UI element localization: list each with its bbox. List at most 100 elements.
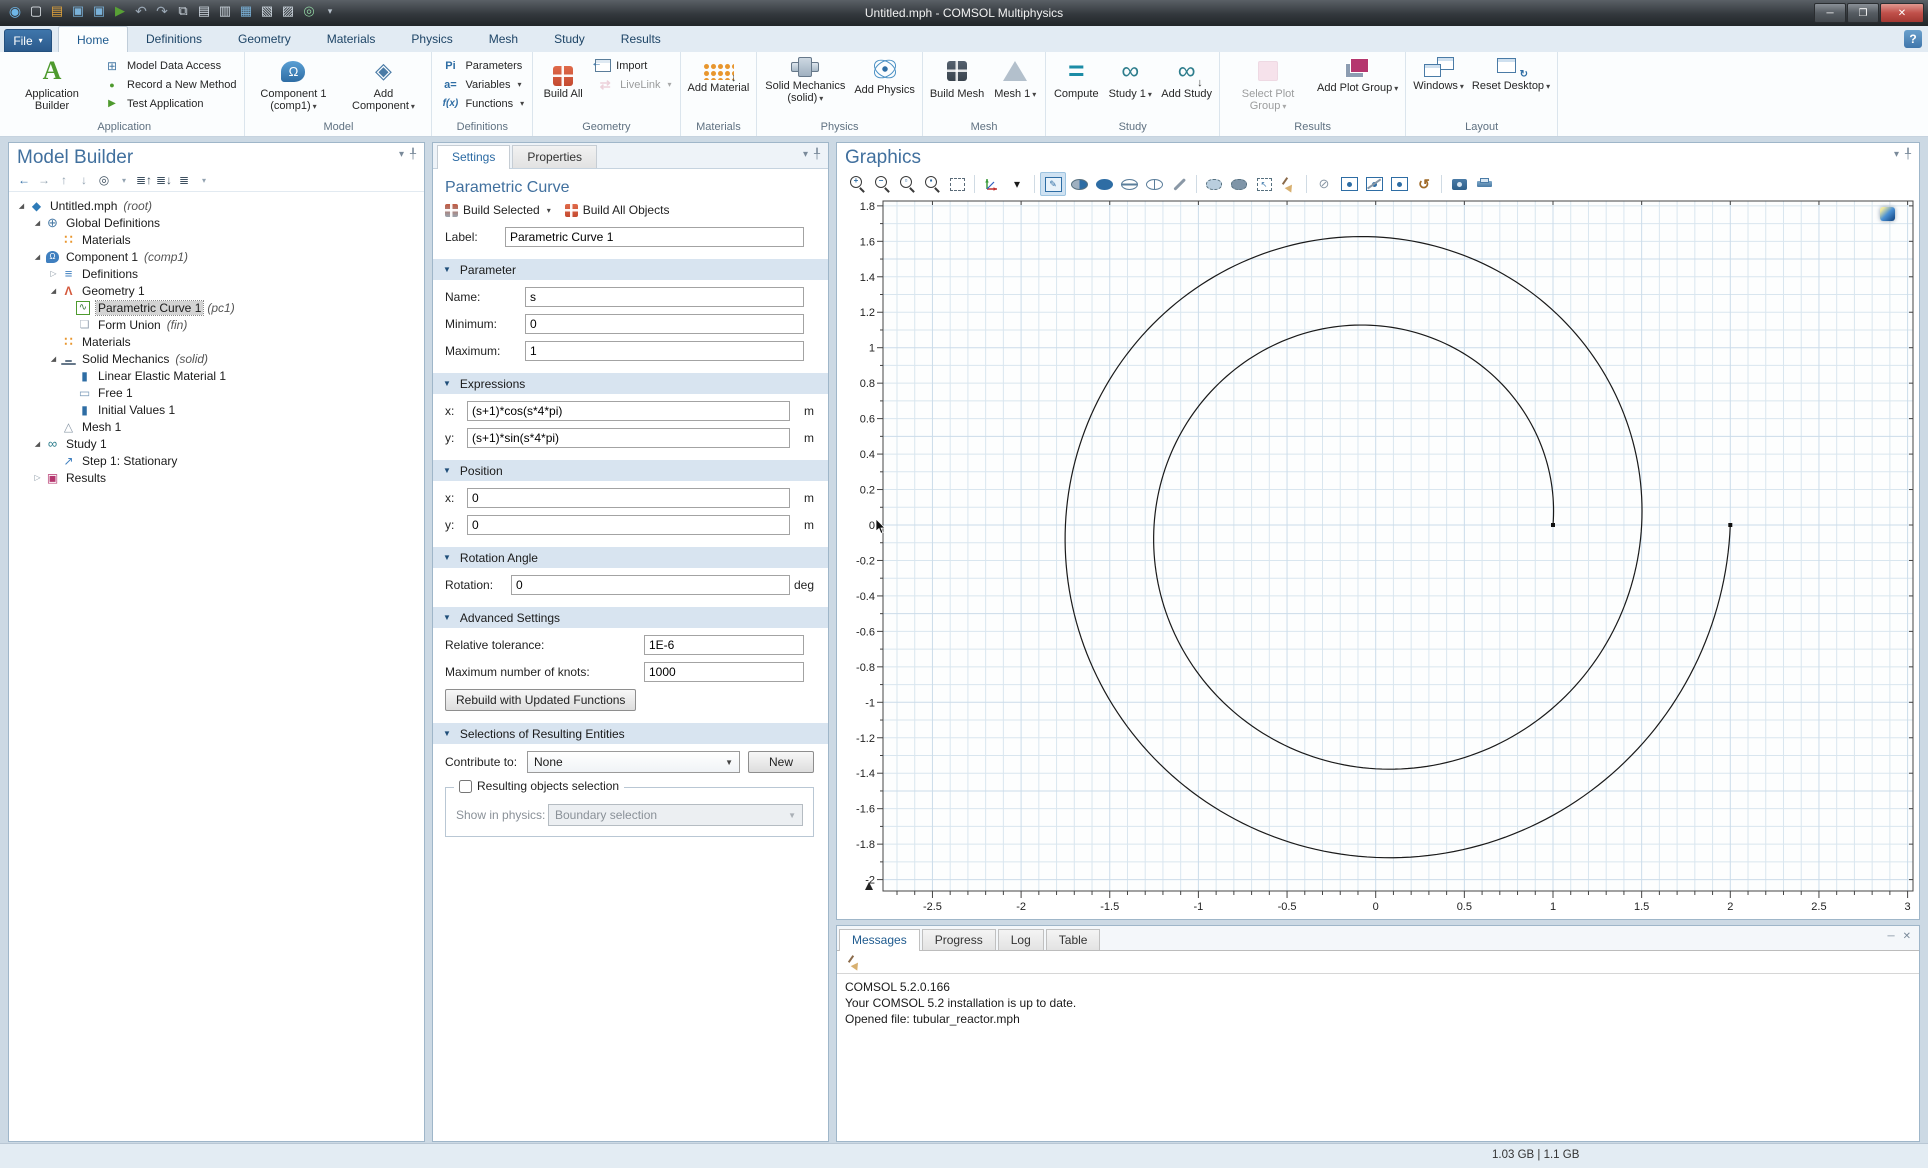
remove-from-selection-icon[interactable] [1227, 173, 1251, 195]
graphics-canvas[interactable]: -2.5-2-1.5-1-0.500.511.522.531.81.61.41.… [839, 193, 1917, 917]
pin-icon[interactable]: ╀ [410, 149, 416, 160]
position-y-input[interactable] [467, 515, 790, 535]
expand-all-icon[interactable]: ≣↓ [155, 172, 173, 188]
collapse-all-icon[interactable]: ≣↑ [135, 172, 153, 188]
rebuild-with-updated-functions-button[interactable]: Rebuild with Updated Functions [445, 689, 636, 711]
tab-messages[interactable]: Messages [839, 929, 920, 951]
print-icon[interactable] [1472, 173, 1496, 195]
section-header-rotation-angle[interactable]: ▼Rotation Angle [433, 547, 828, 568]
tab-definitions[interactable]: Definitions [128, 26, 220, 52]
view-caret-icon[interactable]: ▾ [1005, 173, 1029, 195]
file-menu-button[interactable]: File▾ [4, 29, 52, 52]
add-component-button[interactable]: Add Component▾ [339, 54, 427, 115]
parameter-name-input[interactable] [525, 287, 804, 307]
tree-item-form-union[interactable]: Form Union (fin) [9, 316, 424, 333]
functions-button[interactable]: Functions▾ [436, 94, 528, 113]
tab-progress[interactable]: Progress [922, 929, 996, 950]
tab-properties[interactable]: Properties [512, 145, 597, 168]
tree-item-materials[interactable]: Materials [9, 231, 424, 248]
tab-settings[interactable]: Settings [437, 145, 510, 169]
open-file-icon[interactable]: ▤ [48, 2, 66, 20]
tab-log[interactable]: Log [998, 929, 1044, 950]
undo-icon[interactable]: ↶ [132, 2, 150, 20]
tree-item-materials[interactable]: Materials [9, 333, 424, 350]
tree-item-initial-values-1[interactable]: Initial Values 1 [9, 401, 424, 418]
section-header-parameter[interactable]: ▼Parameter [433, 259, 828, 280]
clear-brush-icon[interactable]: ▨ [279, 2, 297, 20]
move-up-icon[interactable]: ↑ [55, 172, 73, 188]
tree-item-global-definitions[interactable]: ◢Global Definitions [9, 214, 424, 231]
copy-icon[interactable]: ⧉ [174, 2, 192, 20]
tab-materials[interactable]: Materials [309, 26, 394, 52]
section-header-advanced-settings[interactable]: ▼Advanced Settings [433, 607, 828, 628]
advanced-settings-maximum-number-of-knots-input[interactable] [644, 662, 804, 682]
compute-button[interactable]: Compute [1050, 54, 1102, 102]
tree-item-mesh-1[interactable]: Mesh 1 [9, 418, 424, 435]
tree-item-untitled-mph[interactable]: ◢Untitled.mph (root) [9, 197, 424, 214]
select-domains-icon[interactable] [1067, 173, 1091, 195]
save-as-icon[interactable]: ▣ [90, 2, 108, 20]
add-material-button[interactable]: Add Material [685, 54, 753, 96]
test-application-button[interactable]: Test Application [98, 94, 240, 113]
redo-icon[interactable]: ↷ [153, 2, 171, 20]
build-all-button[interactable]: Build All [537, 54, 589, 102]
add-physics-button[interactable]: Add Physics [851, 54, 918, 98]
tab-geometry[interactable]: Geometry [220, 26, 309, 52]
zoom-search-icon[interactable]: ◎ [300, 2, 318, 20]
image-snapshot-icon[interactable] [1447, 173, 1471, 195]
zoom-box-icon[interactable]: ▫ [895, 173, 919, 195]
resulting-objects-checkbox[interactable] [459, 780, 472, 793]
contribute-to-dropdown[interactable]: None▼ [527, 751, 740, 773]
run-icon[interactable]: ▶ [111, 2, 129, 20]
tab-home[interactable]: Home [58, 26, 128, 52]
show-icon[interactable]: ◎ [95, 172, 113, 188]
tree-item-results[interactable]: ▷Results [9, 469, 424, 486]
help-icon[interactable]: ? [1904, 30, 1922, 48]
tree-item-solid-mechanics[interactable]: ◢Solid Mechanics (solid) [9, 350, 424, 367]
select-boundaries-icon[interactable] [1092, 173, 1116, 195]
zoom-in-icon[interactable]: + [845, 173, 869, 195]
windows-button[interactable]: Windows▾ [1410, 54, 1467, 95]
tree-item-geometry-1[interactable]: ◢Geometry 1 [9, 282, 424, 299]
deselect-all-icon[interactable] [1167, 173, 1191, 195]
panel-menu-icon[interactable]: ▾ [1894, 149, 1899, 160]
close-panel-icon[interactable]: ✕ [1903, 931, 1911, 942]
rotation-angle-rotation-input[interactable] [511, 575, 790, 595]
node-text-icon[interactable]: ≣ [175, 172, 193, 188]
delete-icon[interactable]: ▦ [237, 2, 255, 20]
tab-physics[interactable]: Physics [393, 26, 470, 52]
view-unhidden-only-icon[interactable] [1337, 173, 1361, 195]
section-header-expressions[interactable]: ▼Expressions [433, 373, 828, 394]
view-cube-icon[interactable] [1880, 207, 1895, 221]
paste-into-icon[interactable]: ▥ [216, 2, 234, 20]
move-down-icon[interactable]: ↓ [75, 172, 93, 188]
component-1-comp1-button[interactable]: Component 1 (comp1)▾ [249, 54, 337, 115]
label-field-input[interactable] [505, 227, 804, 247]
parametric-curve-plot[interactable]: -2.5-2-1.5-1-0.500.511.522.531.81.61.41.… [839, 193, 1917, 917]
pin-icon[interactable]: ╀ [814, 149, 820, 160]
minimize-panel-icon[interactable]: ─ [1888, 931, 1895, 942]
close-button[interactable]: ✕ [1880, 3, 1924, 23]
tree-item-parametric-curve-1[interactable]: Parametric Curve 1 (pc1) [9, 299, 424, 316]
parameters-button[interactable]: Parameters [436, 56, 528, 75]
parameter-minimum-input[interactable] [525, 314, 804, 334]
comsol-logo-icon[interactable]: ◉ [6, 2, 24, 20]
new-button[interactable]: New [748, 751, 814, 773]
panel-menu-icon[interactable]: ▾ [803, 149, 808, 160]
show-in-physics-dropdown[interactable]: Boundary selection▼ [548, 804, 803, 826]
tree-item-linear-elastic-material-1[interactable]: Linear Elastic Material 1 [9, 367, 424, 384]
pin-icon[interactable]: ╀ [1905, 149, 1911, 160]
forward-icon[interactable]: → [35, 172, 53, 188]
build-selected-button[interactable]: Build Selected▾ [445, 203, 551, 217]
section-header-selections-of-resulting-entities[interactable]: ▼Selections of Resulting Entities [433, 723, 828, 744]
advanced-settings-relative-tolerance-input[interactable] [644, 635, 804, 655]
select-entities-icon[interactable]: ↖ [1252, 173, 1276, 195]
more-menu-icon[interactable]: ▾ [195, 172, 213, 188]
back-icon[interactable]: ← [15, 172, 33, 188]
paste-icon[interactable]: ▤ [195, 2, 213, 20]
solid-mechanics-solid-button[interactable]: Solid Mechanics (solid)▾ [761, 54, 849, 107]
tab-mesh[interactable]: Mesh [471, 26, 536, 52]
panel-menu-icon[interactable]: ▾ [399, 149, 404, 160]
build-mesh-button[interactable]: Build Mesh [927, 54, 987, 102]
zoom-out-icon[interactable]: − [870, 173, 894, 195]
